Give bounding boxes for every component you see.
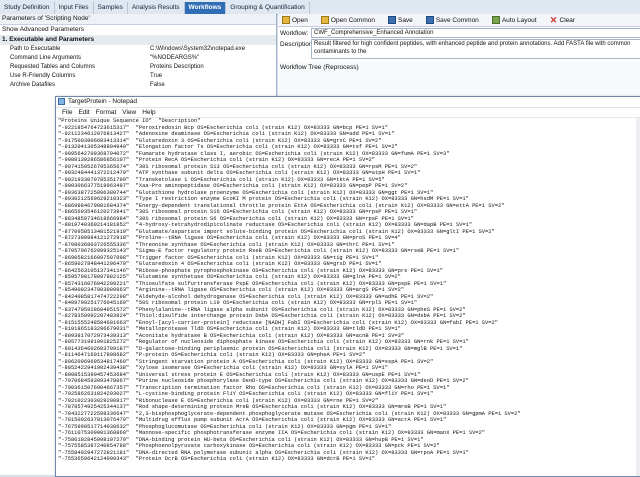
param-key: Command Line Arguments — [10, 55, 82, 61]
notepad-titlebar[interactable]: TargetProtein - Notepad — [56, 97, 640, 108]
tab-input-files[interactable]: Input Files — [55, 2, 94, 14]
description-label: Description: — [280, 41, 315, 48]
param-row[interactable]: Requested Tables and Columns Proteins Des… — [0, 63, 276, 72]
open-button[interactable]: Open — [278, 16, 308, 24]
param-value[interactable]: C:\Windows\System32\notepad.exe — [150, 45, 245, 54]
section-executable-parameters[interactable]: 1. Executable and Parameters — [0, 35, 276, 45]
folder-icon — [282, 16, 290, 24]
parameters-title: Parameters of 'Scripting Node' — [0, 14, 276, 25]
clear-button[interactable]: ✕ Clear — [546, 15, 576, 25]
param-key: Requested Tables and Columns — [10, 64, 95, 70]
main-tab-bar: Study Definition Input Files Samples Ana… — [0, 0, 640, 15]
param-value[interactable]: Proteins Description — [150, 63, 204, 72]
save-icon — [425, 16, 434, 24]
auto-layout-button[interactable]: Auto Layout — [488, 16, 537, 24]
menu-format[interactable]: Format — [96, 108, 117, 117]
param-key: Archive Datafiles — [10, 82, 56, 88]
param-value[interactable]: True — [150, 72, 162, 81]
tab-study-definition[interactable]: Study Definition — [0, 2, 55, 14]
clear-label: Clear — [559, 16, 576, 24]
tab-analysis-results[interactable]: Analysis Results — [128, 2, 185, 14]
notepad-menubar: File Edit Format View Help — [56, 108, 640, 118]
menu-help[interactable]: Help — [142, 108, 155, 117]
menu-view[interactable]: View — [122, 108, 136, 117]
show-advanced-parameters[interactable]: Show Advanced Parameters — [0, 25, 276, 35]
param-row[interactable]: Use R-Friendly Columns True — [0, 72, 276, 81]
menu-file[interactable]: File — [62, 108, 72, 117]
vertical-scrollbar[interactable] — [636, 118, 640, 476]
workflow-name-field[interactable]: CWF_Comprehensive_Enhanced Annotation — [311, 28, 640, 38]
open-common-button[interactable]: Open Common — [317, 16, 375, 24]
open-common-label: Open Common — [330, 16, 375, 24]
workflow-tree-label: Workflow Tree (Reprocess) — [280, 64, 359, 71]
tab-workflows[interactable]: Workflows — [184, 2, 227, 14]
tab-samples[interactable]: Samples — [94, 2, 128, 14]
layout-icon — [491, 16, 500, 24]
auto-layout-label: Auto Layout — [501, 16, 537, 24]
param-value[interactable]: "%NODEARGS%" — [150, 54, 199, 63]
save-label: Save — [397, 16, 413, 24]
open-label: Open — [292, 16, 308, 24]
notepad-title: TargetProtein - Notepad — [68, 98, 138, 105]
description-field[interactable]: Result filtered for high confident pepti… — [311, 39, 640, 59]
param-row[interactable]: Archive Datafiles False — [0, 81, 276, 90]
param-key: Use R-Friendly Columns — [10, 73, 76, 79]
notepad-text-area[interactable]: "Proteins Unique Sequence ID" "Descripti… — [58, 118, 636, 476]
menu-edit[interactable]: Edit — [78, 108, 89, 117]
tab-grouping-quantification[interactable]: Grouping & Quantification — [226, 2, 310, 14]
param-row[interactable]: Path to Executable C:\Windows\System32\no… — [0, 45, 276, 54]
workflow-form: Workflow: CWF_Comprehensive_Enhanced Ann… — [278, 27, 640, 62]
notepad-icon — [58, 98, 65, 105]
save-icon — [387, 16, 396, 24]
save-common-button[interactable]: Save Common — [422, 16, 479, 24]
notepad-window[interactable]: TargetProtein - Notepad File Edit Format… — [55, 96, 640, 477]
workflow-toolbar: Open Open Common Save Save Common Auto L… — [278, 14, 640, 27]
save-common-label: Save Common — [435, 16, 479, 24]
param-row[interactable]: Command Line Arguments "%NODEARGS%" — [0, 54, 276, 63]
param-key: Path to Executable — [10, 46, 61, 52]
workflow-label: Workflow: — [280, 30, 309, 37]
text-line: "-7553659642124090343" "Protein DcrB OS=… — [58, 456, 376, 462]
save-button[interactable]: Save — [384, 16, 413, 24]
folder-icon — [320, 16, 329, 24]
param-value[interactable]: False — [150, 81, 165, 90]
clear-icon: ✕ — [549, 15, 558, 25]
